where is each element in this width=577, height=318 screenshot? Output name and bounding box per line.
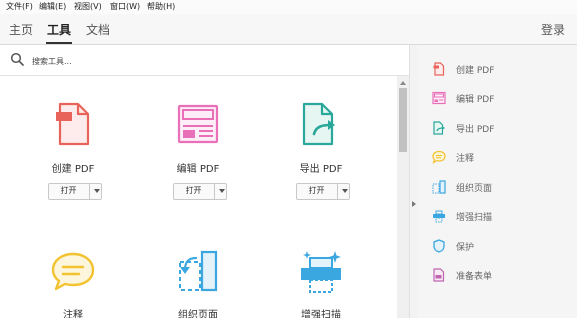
tools-side-panel: 创建 PDF 编辑 PDF 导出 PDF 注释 组织页面 增强扫描 保护 准备表… [418, 45, 577, 318]
chevron-down-icon[interactable] [342, 189, 348, 193]
side-item-label: 编辑 PDF [456, 95, 495, 105]
export-pdf-icon [302, 102, 335, 146]
tool-card-organize-pages[interactable]: 组织页面 [153, 248, 243, 318]
active-tab-indicator [46, 42, 72, 44]
open-button-edit-pdf[interactable]: 打开 [173, 183, 227, 200]
search-icon [10, 52, 24, 66]
menu-file[interactable]: 文件(F) [6, 1, 33, 13]
login-link[interactable]: 登录 [541, 21, 565, 38]
enhance-scan-icon [433, 210, 445, 223]
comment-icon [51, 252, 95, 291]
scroll-up-arrow-icon[interactable] [400, 81, 406, 85]
side-item-label: 保护 [456, 243, 475, 253]
edit-pdf-icon [177, 104, 219, 144]
side-item-label: 注释 [456, 154, 475, 164]
open-button-label: 打开 [60, 186, 77, 195]
menu-window[interactable]: 窗口(W) [110, 1, 140, 13]
menu-help[interactable]: 帮助(H) [147, 1, 175, 13]
tab-tools[interactable]: 工具 [47, 21, 71, 38]
search-input[interactable] [30, 52, 394, 70]
edit-pdf-icon [432, 91, 446, 105]
tool-label-export-pdf: 导出 PDF [299, 164, 343, 175]
menu-view[interactable]: 视图(V) [74, 1, 102, 13]
scroll-thumb[interactable] [399, 88, 407, 152]
tool-card-edit-pdf[interactable]: 编辑 PDF 打开 [153, 100, 243, 204]
open-button-export-pdf[interactable]: 打开 [296, 183, 350, 200]
tool-label-create-pdf: 创建 PDF [51, 164, 95, 175]
create-pdf-icon [433, 62, 445, 76]
chevron-down-icon[interactable] [94, 189, 100, 193]
side-item-label: 创建 PDF [456, 66, 495, 76]
open-button-label: 打开 [308, 186, 325, 195]
enhance-scan-icon [301, 251, 341, 293]
organize-pages-icon [432, 180, 446, 194]
tool-label-comment: 注释 [63, 310, 83, 318]
export-pdf-icon [433, 121, 445, 135]
menu-bar: 文件(F) 编辑(E) 视图(V) 窗口(W) 帮助(H) [0, 0, 577, 14]
side-item-label: 增强扫描 [456, 213, 493, 223]
tool-grid-scrollbar[interactable] [397, 76, 409, 318]
chevron-right-icon[interactable] [412, 201, 416, 207]
open-button-create-pdf[interactable]: 打开 [48, 183, 102, 200]
shield-icon [433, 239, 445, 253]
tool-card-export-pdf[interactable]: 导出 PDF 打开 [276, 100, 366, 204]
tool-grid: 创建 PDF 打开 编辑 PDF 打开 导出 PDF 打开 注释 组织页面 增强… [0, 76, 397, 318]
tool-search-bar [0, 45, 410, 76]
side-item-label: 组织页面 [456, 184, 493, 194]
chevron-down-icon[interactable] [219, 189, 225, 193]
open-button-label: 打开 [185, 186, 202, 195]
tool-card-enhance-scan[interactable]: 增强扫描 [276, 248, 366, 318]
tool-label-enhance-scan: 增强扫描 [301, 310, 341, 318]
top-nav: 主页 工具 文档 登录 [0, 14, 577, 45]
comment-icon [432, 150, 446, 164]
tool-label-organize-pages: 组织页面 [178, 310, 218, 318]
tool-card-create-pdf[interactable]: 创建 PDF 打开 [28, 100, 118, 204]
prepare-form-icon [433, 268, 445, 282]
menu-edit[interactable]: 编辑(E) [39, 1, 66, 13]
organize-pages-icon [179, 250, 218, 292]
tool-card-comment[interactable]: 注释 [28, 248, 118, 318]
tab-documents[interactable]: 文档 [86, 21, 110, 38]
tool-label-edit-pdf: 编辑 PDF [176, 164, 220, 175]
create-pdf-icon [56, 102, 90, 146]
side-item-label: 导出 PDF [456, 125, 495, 135]
tab-home[interactable]: 主页 [9, 21, 33, 38]
side-item-label: 准备表单 [456, 272, 493, 282]
